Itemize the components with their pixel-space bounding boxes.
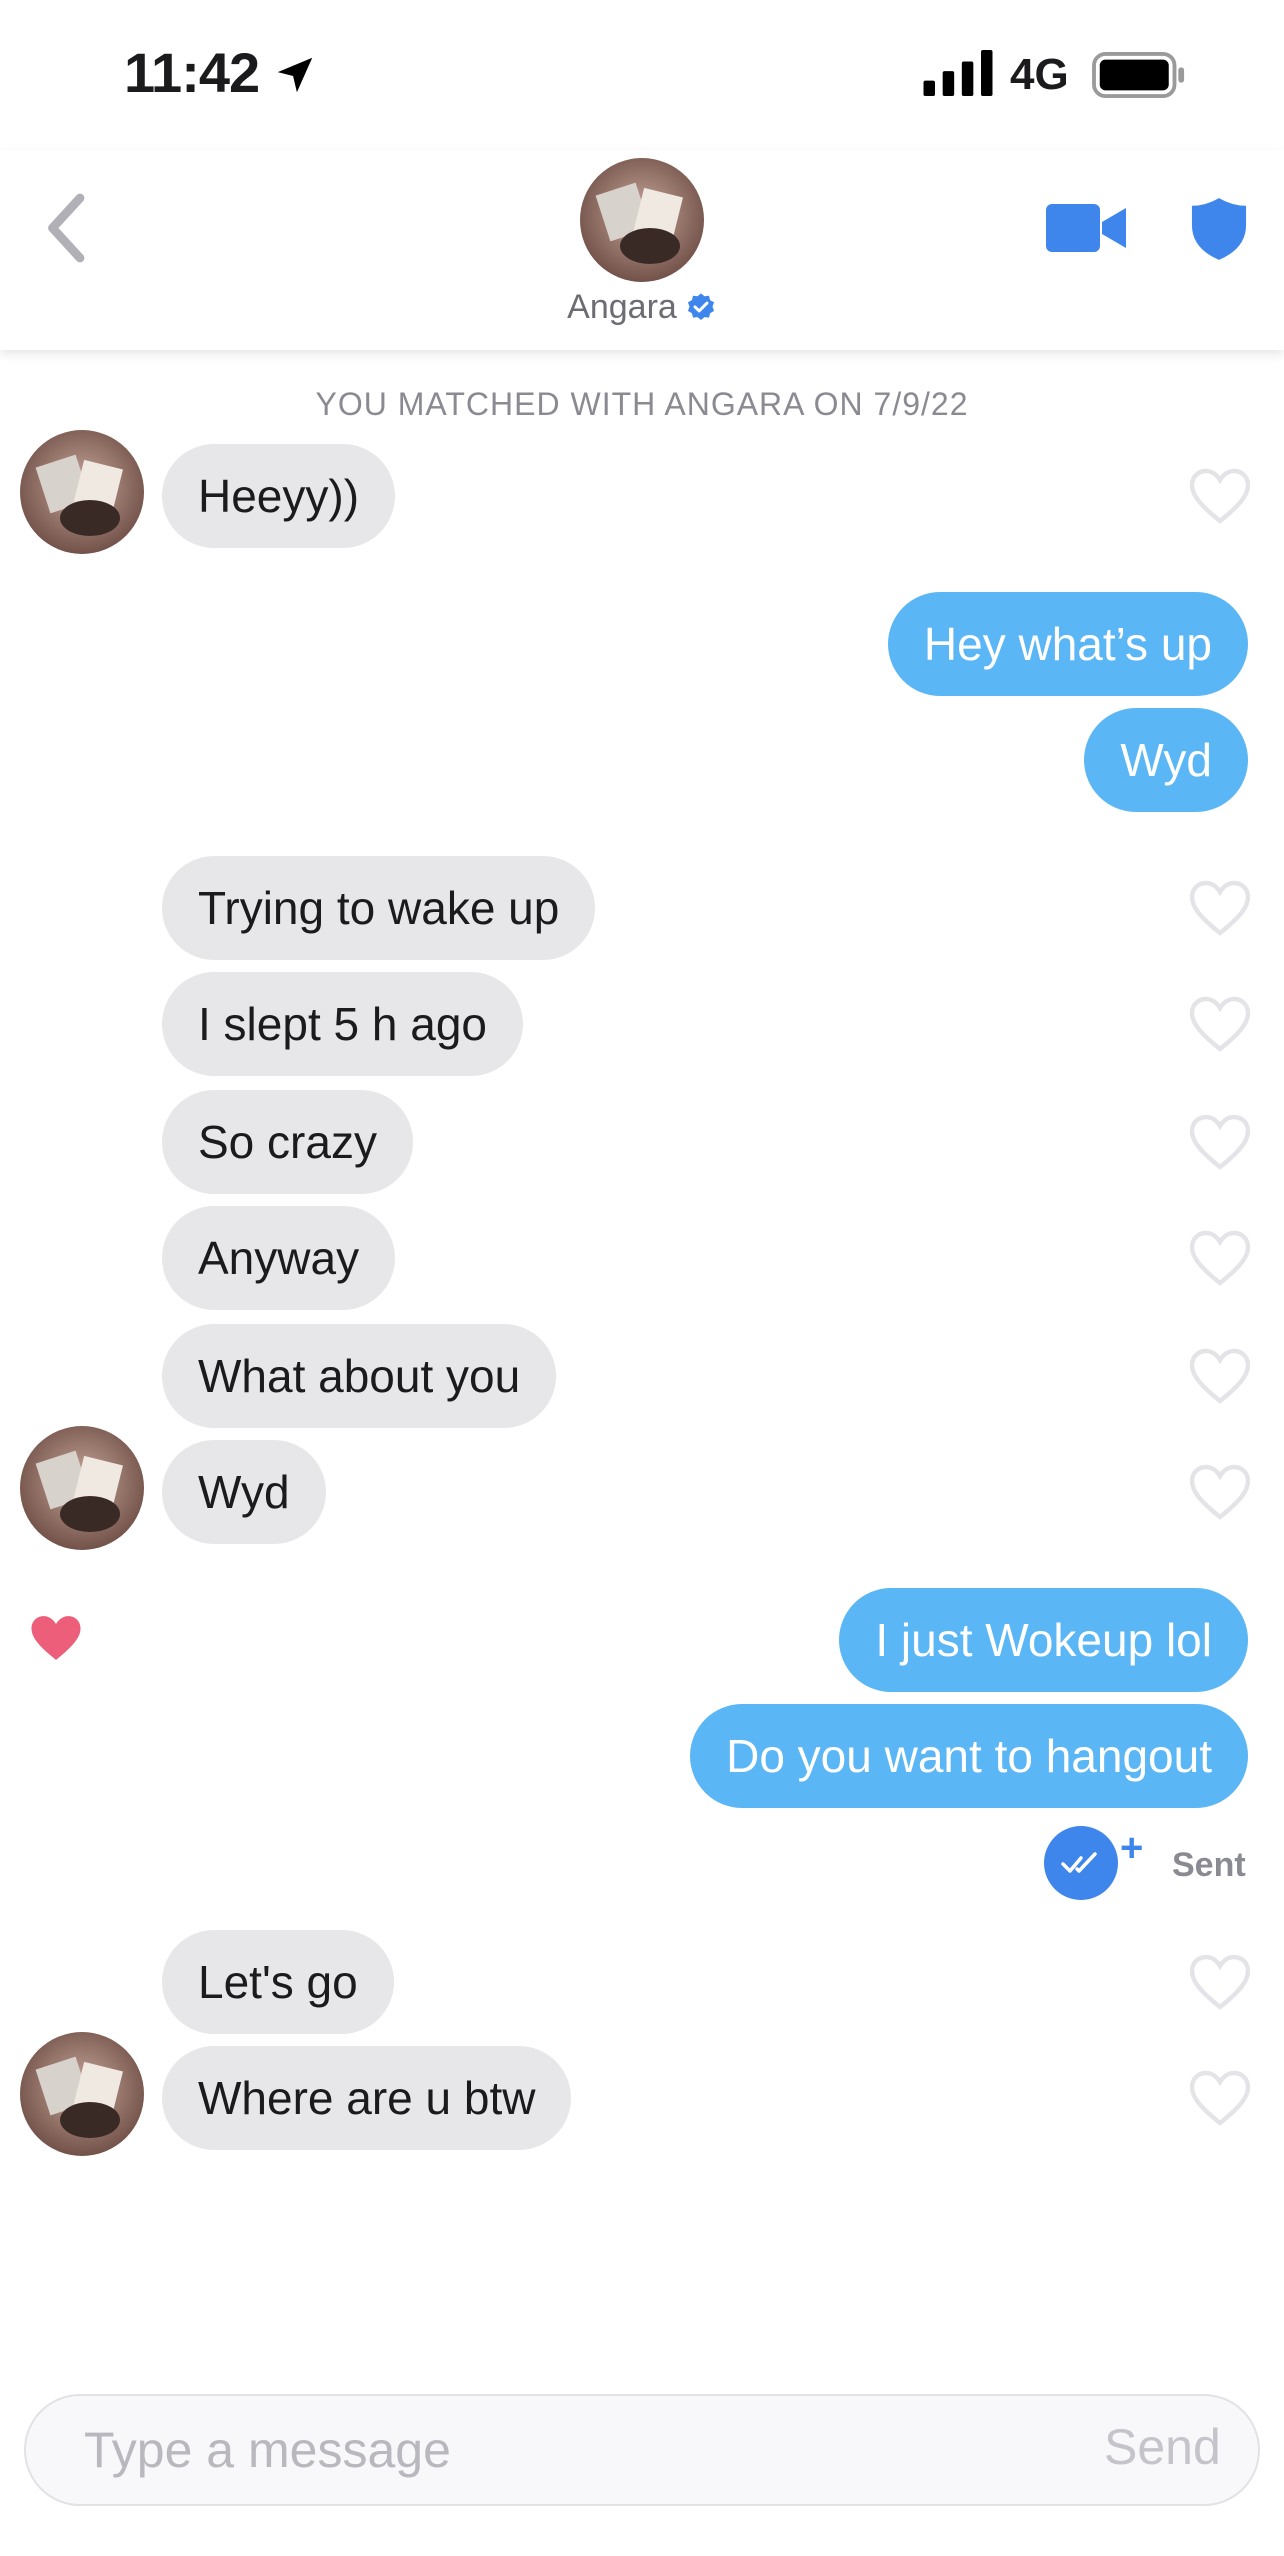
verified-badge-icon bbox=[687, 292, 714, 320]
double-check-icon bbox=[1061, 1852, 1097, 1873]
safety-shield-icon[interactable] bbox=[1190, 196, 1248, 262]
header-title[interactable]: Angara bbox=[0, 288, 1284, 327]
outgoing-message[interactable]: Do you want to hangout bbox=[690, 1704, 1248, 1808]
incoming-message[interactable]: Trying to wake up bbox=[162, 856, 596, 960]
like-heart-icon[interactable] bbox=[1188, 1953, 1252, 2011]
like-heart-icon[interactable] bbox=[1188, 995, 1252, 1053]
outgoing-message[interactable]: Hey what’s up bbox=[887, 592, 1248, 696]
like-heart-icon[interactable] bbox=[1188, 2069, 1252, 2127]
incoming-message[interactable]: I slept 5 h ago bbox=[162, 972, 523, 1076]
sender-avatar[interactable] bbox=[20, 430, 144, 554]
status-time: 11:42 bbox=[124, 41, 260, 104]
like-heart-icon[interactable] bbox=[1188, 879, 1252, 937]
send-button[interactable]: Send bbox=[1104, 2418, 1221, 2476]
network-type: 4G bbox=[1010, 50, 1069, 99]
liked-heart-icon bbox=[31, 1616, 81, 1660]
outgoing-message[interactable]: Wyd bbox=[1084, 708, 1248, 812]
sent-status: Sent bbox=[1172, 1846, 1246, 1884]
signal-bars-icon bbox=[923, 50, 993, 96]
read-receipt-badge[interactable] bbox=[1044, 1826, 1118, 1900]
sent-plus-icon[interactable]: + bbox=[1120, 1826, 1143, 1871]
match-name: Angara bbox=[567, 288, 677, 326]
outgoing-message[interactable]: I just Wokeup lol bbox=[839, 1588, 1248, 1692]
battery-icon bbox=[1092, 52, 1185, 98]
profile-avatar[interactable] bbox=[580, 158, 704, 282]
like-heart-icon[interactable] bbox=[1188, 467, 1252, 525]
incoming-message[interactable]: Anyway bbox=[162, 1206, 396, 1310]
back-chevron-icon[interactable] bbox=[40, 190, 90, 266]
video-call-icon[interactable] bbox=[1046, 200, 1126, 256]
incoming-message[interactable]: Wyd bbox=[162, 1440, 326, 1544]
incoming-message[interactable]: Let's go bbox=[162, 1930, 394, 2034]
location-arrow-icon bbox=[277, 57, 313, 93]
sender-avatar[interactable] bbox=[20, 2032, 144, 2156]
incoming-message[interactable]: Heeyy)) bbox=[162, 444, 396, 548]
incoming-message[interactable]: So crazy bbox=[162, 1090, 413, 1194]
like-heart-icon[interactable] bbox=[1188, 1347, 1252, 1405]
message-input[interactable] bbox=[84, 2418, 984, 2482]
incoming-message[interactable]: Where are u btw bbox=[162, 2046, 572, 2150]
incoming-message[interactable]: What about you bbox=[162, 1324, 557, 1428]
sender-avatar[interactable] bbox=[20, 1426, 144, 1550]
like-heart-icon[interactable] bbox=[1188, 1229, 1252, 1287]
like-heart-icon[interactable] bbox=[1188, 1463, 1252, 1521]
match-date-note: YOU MATCHED WITH ANGARA ON 7/9/22 bbox=[315, 386, 969, 422]
like-heart-icon[interactable] bbox=[1188, 1113, 1252, 1171]
